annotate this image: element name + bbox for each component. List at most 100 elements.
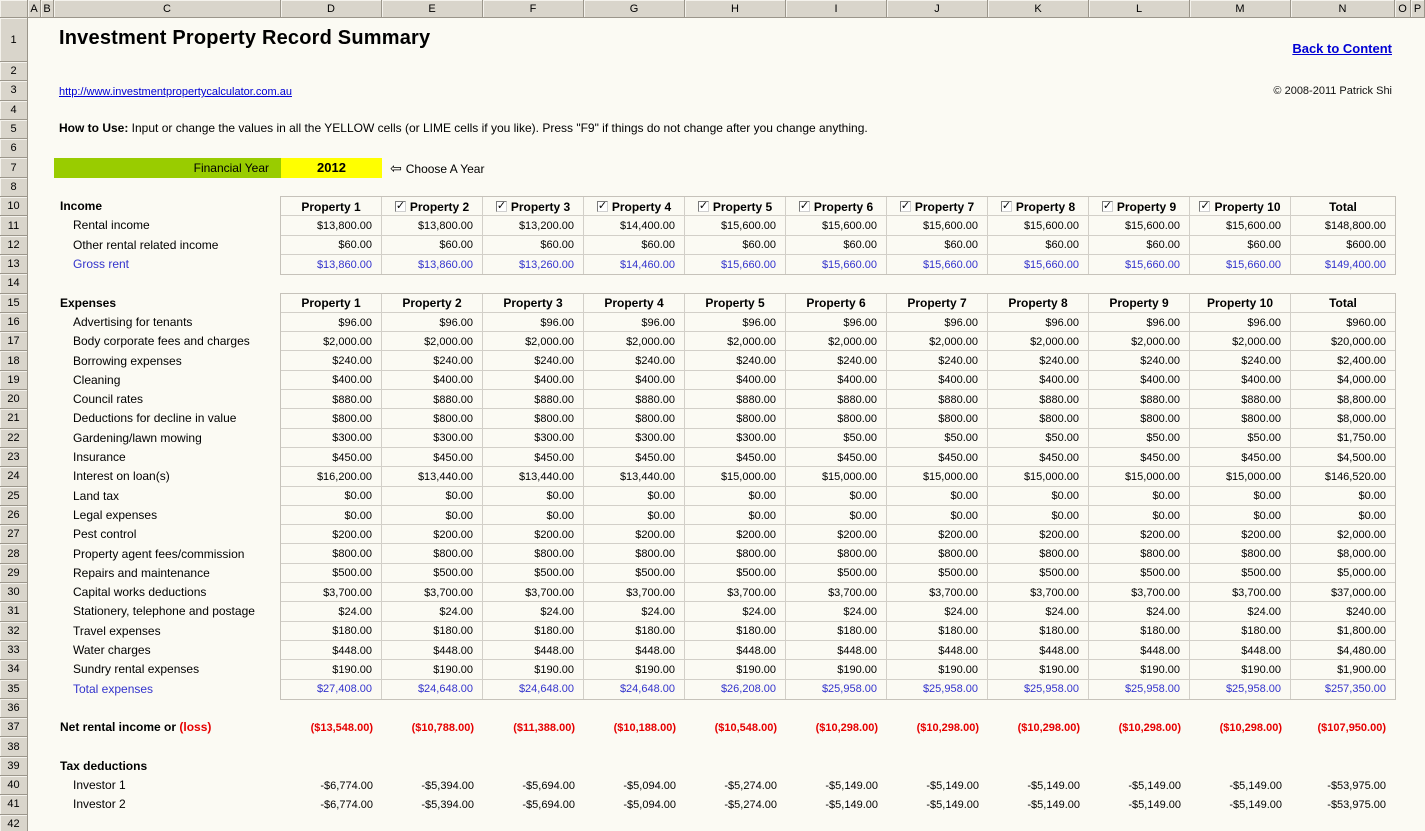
- value-cell[interactable]: -$5,694.00: [483, 776, 584, 795]
- value-cell[interactable]: $240.00: [786, 351, 887, 370]
- value-cell[interactable]: -$5,394.00: [382, 795, 483, 814]
- value-cell[interactable]: $0.00: [1190, 487, 1291, 506]
- value-cell[interactable]: $24,648.00: [382, 680, 483, 699]
- value-cell[interactable]: $2,000.00: [1089, 332, 1190, 351]
- row-header-31[interactable]: 31: [0, 602, 28, 621]
- column-header-K[interactable]: K: [988, 0, 1089, 18]
- value-cell[interactable]: $146,520.00: [1291, 467, 1395, 486]
- value-cell[interactable]: $2,400.00: [1291, 351, 1395, 370]
- value-cell[interactable]: $800.00: [1190, 409, 1291, 428]
- value-cell[interactable]: $3,700.00: [1190, 583, 1291, 602]
- value-cell[interactable]: $0.00: [584, 506, 685, 525]
- value-cell[interactable]: $37,000.00: [1291, 583, 1395, 602]
- row-header-14[interactable]: 14: [0, 274, 28, 293]
- column-header-J[interactable]: J: [887, 0, 988, 18]
- value-cell[interactable]: $448.00: [382, 641, 483, 660]
- value-cell[interactable]: $24.00: [281, 602, 382, 621]
- value-cell[interactable]: $96.00: [1089, 313, 1190, 332]
- value-cell[interactable]: ($10,298.00): [1190, 718, 1291, 737]
- value-cell[interactable]: $880.00: [1190, 390, 1291, 409]
- checked-checkbox-icon[interactable]: [1199, 201, 1210, 212]
- value-cell[interactable]: $13,260.00: [483, 255, 584, 274]
- value-cell[interactable]: $500.00: [887, 564, 988, 583]
- checked-checkbox-icon[interactable]: [496, 201, 507, 212]
- value-cell[interactable]: $148,800.00: [1291, 216, 1395, 235]
- value-cell[interactable]: $240.00: [1190, 351, 1291, 370]
- value-cell[interactable]: $400.00: [584, 371, 685, 390]
- checked-checkbox-icon[interactable]: [1102, 201, 1113, 212]
- value-cell[interactable]: $24.00: [1089, 602, 1190, 621]
- value-cell[interactable]: $200.00: [483, 525, 584, 544]
- value-cell[interactable]: $5,000.00: [1291, 564, 1395, 583]
- value-cell[interactable]: $60.00: [584, 236, 685, 255]
- value-cell[interactable]: $800.00: [988, 544, 1089, 563]
- checked-checkbox-icon[interactable]: [900, 201, 911, 212]
- value-cell[interactable]: $50.00: [887, 429, 988, 448]
- value-cell[interactable]: $8,000.00: [1291, 544, 1395, 563]
- value-cell[interactable]: $13,800.00: [281, 216, 382, 235]
- value-cell[interactable]: $0.00: [1291, 487, 1395, 506]
- value-cell[interactable]: $400.00: [887, 371, 988, 390]
- value-cell[interactable]: $400.00: [1089, 371, 1190, 390]
- value-cell[interactable]: $240.00: [584, 351, 685, 370]
- row-header-32[interactable]: 32: [0, 622, 28, 641]
- value-cell[interactable]: $0.00: [281, 506, 382, 525]
- value-cell[interactable]: $15,600.00: [786, 216, 887, 235]
- expenses-column-header-cell[interactable]: Property 9: [1089, 294, 1190, 313]
- value-cell[interactable]: $13,200.00: [483, 216, 584, 235]
- row-header-37[interactable]: 37: [0, 718, 28, 737]
- value-cell[interactable]: -$5,274.00: [685, 776, 786, 795]
- value-cell[interactable]: $15,600.00: [887, 216, 988, 235]
- value-cell[interactable]: -$5,149.00: [1190, 795, 1291, 814]
- value-cell[interactable]: ($10,188.00): [584, 718, 685, 737]
- value-cell[interactable]: -$5,149.00: [1089, 795, 1190, 814]
- value-cell[interactable]: $450.00: [382, 448, 483, 467]
- value-cell[interactable]: -$5,149.00: [887, 795, 988, 814]
- value-cell[interactable]: $400.00: [685, 371, 786, 390]
- value-cell[interactable]: $15,660.00: [988, 255, 1089, 274]
- value-cell[interactable]: $0.00: [1089, 506, 1190, 525]
- value-cell[interactable]: $2,000.00: [1291, 525, 1395, 544]
- value-cell[interactable]: $15,600.00: [1089, 216, 1190, 235]
- row-header-6[interactable]: 6: [0, 139, 28, 158]
- row-header-18[interactable]: 18: [0, 351, 28, 370]
- column-header-I[interactable]: I: [786, 0, 887, 18]
- income-column-header-cell[interactable]: Property 10: [1190, 197, 1291, 216]
- value-cell[interactable]: $2,000.00: [685, 332, 786, 351]
- value-cell[interactable]: $180.00: [281, 622, 382, 641]
- row-header-41[interactable]: 41: [0, 795, 28, 814]
- row-header-1[interactable]: 1: [0, 18, 28, 62]
- value-cell[interactable]: $800.00: [584, 544, 685, 563]
- value-cell[interactable]: $25,958.00: [1089, 680, 1190, 699]
- row-header-17[interactable]: 17: [0, 332, 28, 351]
- column-header-B[interactable]: B: [41, 0, 54, 18]
- value-cell[interactable]: $800.00: [685, 409, 786, 428]
- value-cell[interactable]: $96.00: [483, 313, 584, 332]
- value-cell[interactable]: $3,700.00: [988, 583, 1089, 602]
- value-cell[interactable]: $400.00: [988, 371, 1089, 390]
- value-cell[interactable]: $448.00: [1089, 641, 1190, 660]
- value-cell[interactable]: -$5,094.00: [584, 776, 685, 795]
- value-cell[interactable]: $450.00: [887, 448, 988, 467]
- value-cell[interactable]: $16,200.00: [281, 467, 382, 486]
- value-cell[interactable]: -$5,694.00: [483, 795, 584, 814]
- income-column-header-cell[interactable]: Property 1: [281, 197, 382, 216]
- row-header-23[interactable]: 23: [0, 448, 28, 467]
- income-column-header-cell[interactable]: Property 7: [887, 197, 988, 216]
- value-cell[interactable]: $190.00: [483, 660, 584, 679]
- row-header-34[interactable]: 34: [0, 660, 28, 679]
- value-cell[interactable]: $60.00: [382, 236, 483, 255]
- column-header-G[interactable]: G: [584, 0, 685, 18]
- value-cell[interactable]: $96.00: [786, 313, 887, 332]
- row-header-26[interactable]: 26: [0, 506, 28, 525]
- value-cell[interactable]: $14,400.00: [584, 216, 685, 235]
- value-cell[interactable]: ($11,388.00): [483, 718, 584, 737]
- value-cell[interactable]: $800.00: [281, 409, 382, 428]
- value-cell[interactable]: $60.00: [685, 236, 786, 255]
- value-cell[interactable]: $2,000.00: [988, 332, 1089, 351]
- value-cell[interactable]: $15,660.00: [1190, 255, 1291, 274]
- value-cell[interactable]: $24,648.00: [584, 680, 685, 699]
- value-cell[interactable]: $96.00: [685, 313, 786, 332]
- value-cell[interactable]: $15,000.00: [1190, 467, 1291, 486]
- expenses-column-header-cell[interactable]: Property 7: [887, 294, 988, 313]
